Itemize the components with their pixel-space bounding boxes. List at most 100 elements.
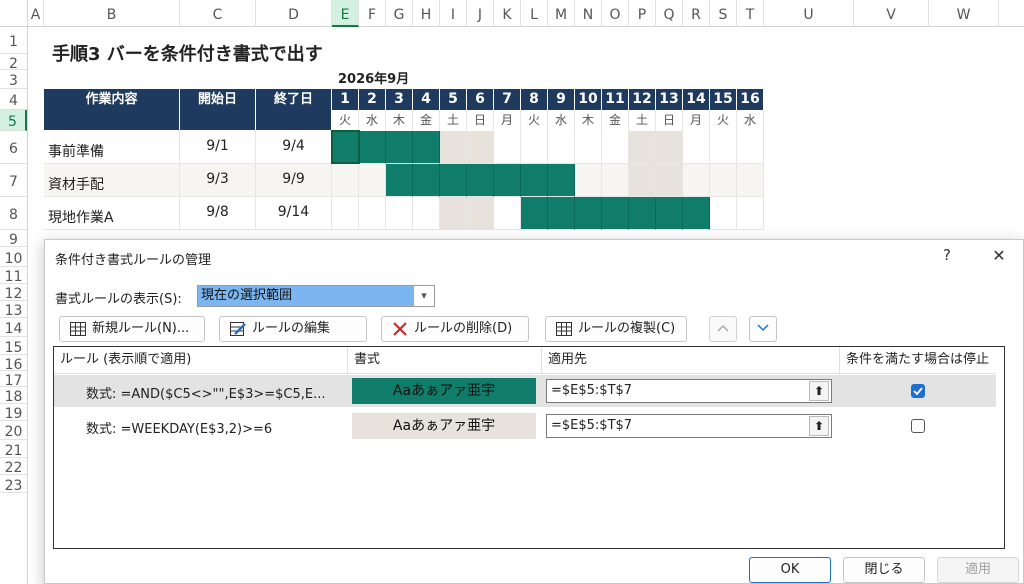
row-header-10[interactable]: 10 — [0, 247, 27, 267]
header-end-blank[interactable] — [256, 110, 331, 130]
column-header-M[interactable]: M — [548, 0, 575, 27]
column-header-F[interactable]: F — [359, 0, 386, 27]
select-all-corner[interactable] — [0, 0, 28, 27]
row-header-21[interactable]: 21 — [0, 440, 27, 459]
row-header-11[interactable]: 11 — [0, 267, 27, 285]
day-16[interactable]: 16 — [737, 89, 763, 110]
show-rules-select[interactable]: 現在の選択範囲 ▾ — [197, 285, 435, 307]
task-start-cell[interactable]: 9/8 — [180, 197, 256, 230]
footer-apply-button[interactable]: 適用 — [937, 557, 1019, 583]
gantt-cell[interactable] — [386, 131, 413, 164]
row-header-15[interactable]: 15 — [0, 337, 27, 356]
day-2[interactable]: 2 — [359, 89, 385, 110]
row-header-8[interactable]: 8 — [0, 197, 27, 230]
row-header-1[interactable]: 1 — [0, 27, 27, 54]
applies-to-input[interactable]: =$E$5:$T$7 ⬆ — [546, 414, 832, 438]
duplicate-rule-button[interactable]: ルールの複製(C) — [545, 316, 687, 342]
close-button[interactable]: ✕ — [985, 246, 1013, 268]
chevron-down-icon[interactable]: ▾ — [414, 286, 434, 306]
header-start[interactable]: 開始日 — [180, 89, 255, 110]
day-4[interactable]: 4 — [413, 89, 439, 110]
gantt-cell[interactable] — [413, 131, 440, 164]
row-header-9[interactable]: 9 — [0, 230, 27, 248]
stop-if-true-checkbox[interactable] — [911, 419, 925, 433]
weekday-4[interactable]: 金 — [413, 110, 440, 131]
weekday-7[interactable]: 月 — [494, 110, 521, 131]
task-name-cell[interactable]: 事前準備 — [44, 131, 180, 164]
weekday-13[interactable]: 日 — [656, 110, 683, 131]
gantt-cell[interactable] — [494, 197, 521, 230]
row-header-5[interactable]: 5 — [0, 110, 27, 131]
row-header-19[interactable]: 19 — [0, 404, 27, 422]
row-header-23[interactable]: 23 — [0, 475, 27, 494]
weekday-2[interactable]: 水 — [359, 110, 386, 131]
gantt-cell[interactable] — [602, 164, 629, 197]
column-header-D[interactable]: D — [256, 0, 332, 27]
weekday-1[interactable]: 火 — [332, 110, 359, 131]
gantt-cell[interactable] — [440, 164, 467, 197]
row-header-22[interactable]: 22 — [0, 458, 27, 476]
column-header-C[interactable]: C — [180, 0, 256, 27]
gantt-cell[interactable] — [656, 131, 683, 164]
day-12[interactable]: 12 — [629, 89, 655, 110]
move-down-button[interactable] — [749, 316, 777, 342]
gantt-cell[interactable] — [629, 197, 656, 230]
day-7[interactable]: 7 — [494, 89, 520, 110]
gantt-cell[interactable] — [467, 197, 494, 230]
gantt-cell[interactable] — [710, 131, 737, 164]
column-header-G[interactable]: G — [386, 0, 413, 27]
gantt-cell[interactable] — [683, 197, 710, 230]
weekday-10[interactable]: 木 — [575, 110, 602, 131]
gantt-cell[interactable] — [629, 131, 656, 164]
row-header-2[interactable]: 2 — [0, 54, 27, 72]
gantt-cell[interactable] — [359, 164, 386, 197]
gantt-cell[interactable] — [359, 197, 386, 230]
gantt-cell[interactable] — [629, 164, 656, 197]
column-header-V[interactable]: V — [854, 0, 929, 27]
row-header-16[interactable]: 16 — [0, 355, 27, 373]
column-header-P[interactable]: P — [629, 0, 656, 27]
applies-to-input[interactable]: =$E$5:$T$7 ⬆ — [546, 379, 832, 403]
task-end-cell[interactable]: 9/4 — [256, 131, 332, 164]
column-header-K[interactable]: K — [494, 0, 521, 27]
column-header-T[interactable]: T — [737, 0, 764, 27]
row-header-6[interactable]: 6 — [0, 131, 27, 164]
gantt-cell[interactable] — [440, 197, 467, 230]
gantt-cell[interactable] — [413, 197, 440, 230]
weekday-3[interactable]: 木 — [386, 110, 413, 131]
gantt-cell[interactable] — [575, 131, 602, 164]
gantt-cell[interactable] — [548, 131, 575, 164]
weekday-16[interactable]: 水 — [737, 110, 764, 131]
row-header-12[interactable]: 12 — [0, 284, 27, 302]
gantt-cell[interactable] — [683, 164, 710, 197]
gantt-cell[interactable] — [332, 197, 359, 230]
header-task-blank[interactable] — [44, 110, 179, 130]
collapse-dialog-icon[interactable]: ⬆ — [809, 381, 829, 401]
gantt-cell[interactable] — [494, 164, 521, 197]
task-name-cell[interactable]: 資材手配 — [44, 164, 180, 197]
gantt-cell[interactable] — [710, 197, 737, 230]
day-10[interactable]: 10 — [575, 89, 601, 110]
weekday-12[interactable]: 土 — [629, 110, 656, 131]
gantt-cell[interactable] — [521, 131, 548, 164]
weekday-11[interactable]: 金 — [602, 110, 629, 131]
weekday-6[interactable]: 日 — [467, 110, 494, 131]
task-end-cell[interactable]: 9/9 — [256, 164, 332, 197]
column-header-N[interactable]: N — [575, 0, 602, 27]
gantt-cell[interactable] — [521, 197, 548, 230]
gantt-cell[interactable] — [332, 164, 359, 197]
gantt-cell[interactable] — [737, 131, 764, 164]
row-header-20[interactable]: 20 — [0, 421, 27, 440]
row-header-18[interactable]: 18 — [0, 387, 27, 405]
column-header-I[interactable]: I — [440, 0, 467, 27]
weekday-15[interactable]: 火 — [710, 110, 737, 131]
column-header-E[interactable]: E — [332, 0, 359, 27]
column-header-S[interactable]: S — [710, 0, 737, 27]
row-header-17[interactable]: 17 — [0, 371, 27, 389]
column-header-Q[interactable]: Q — [656, 0, 683, 27]
gantt-cell[interactable] — [656, 164, 683, 197]
help-button[interactable]: ? — [935, 246, 959, 268]
weekday-9[interactable]: 水 — [548, 110, 575, 131]
gantt-cell[interactable] — [359, 131, 386, 164]
gantt-cell[interactable] — [575, 164, 602, 197]
